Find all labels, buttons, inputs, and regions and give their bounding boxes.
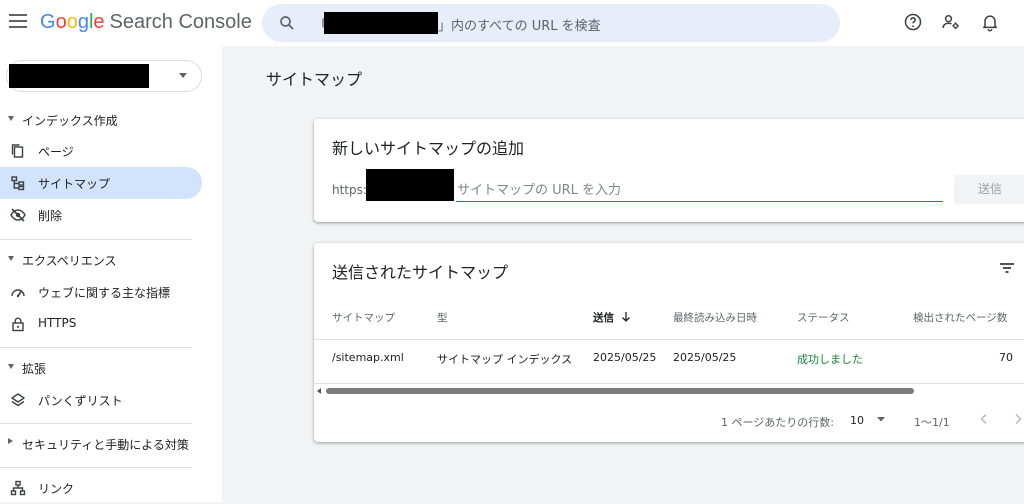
chevron-right-icon[interactable]: [1012, 413, 1024, 425]
cell-discovered-pages: 70: [999, 351, 1013, 364]
rows-per-page-label: 1 ページあたりの行数:: [721, 416, 834, 429]
expand-arrow-icon: [8, 116, 14, 121]
expand-arrow-icon: [8, 364, 14, 369]
removals-icon: [10, 208, 26, 222]
redacted-domain: [324, 12, 438, 34]
pages-icon: [11, 144, 24, 158]
layers-icon: [11, 393, 25, 407]
cell-last-read: 2025/05/25: [673, 351, 737, 364]
property-selector[interactable]: [6, 60, 202, 92]
status-badge: 成功しました: [797, 353, 863, 366]
url-prefix: https:: [332, 183, 367, 197]
page-title: サイトマップ: [266, 70, 363, 89]
rows-per-page-select[interactable]: 10: [850, 414, 886, 427]
rows-per-page-value: 10: [850, 414, 864, 427]
column-header-status[interactable]: ステータス: [797, 310, 850, 325]
google-wordmark: Google: [40, 11, 105, 33]
section-enhancements[interactable]: 拡張: [0, 355, 222, 381]
sidebar-item-core-web-vitals[interactable]: ウェブに関する主な指標: [0, 276, 202, 308]
section-label: 拡張: [22, 362, 47, 376]
column-header-discovered-pages[interactable]: 検出されたページ数: [913, 310, 1007, 325]
column-header-last-read[interactable]: 最終読み込み日時: [673, 310, 757, 325]
filter-icon[interactable]: [998, 260, 1016, 276]
section-label: セキュリティと手動による対策: [22, 438, 189, 452]
close-bracket: 」: [438, 19, 452, 34]
table-header-divider: [314, 339, 1024, 340]
search-icon: [280, 16, 294, 30]
submitted-sitemaps-card: 送信されたサイトマップ サイトマップ 型 送信 最終読み込み日時 ステータス 検…: [314, 243, 1024, 442]
app-logo[interactable]: Google Search Console: [40, 11, 252, 34]
cell-sitemap: /sitemap.xml: [332, 351, 404, 364]
chevron-down-icon: [179, 73, 187, 78]
scrollbar-thumb[interactable]: [326, 388, 914, 394]
section-security[interactable]: セキュリティと手動による対策: [0, 431, 222, 457]
sidebar-item-label: HTTPS: [38, 316, 77, 330]
links-icon: [10, 480, 26, 496]
sidebar-item-pages[interactable]: ページ: [0, 135, 202, 167]
sidebar-divider: [0, 423, 192, 424]
scroll-left-icon[interactable]: [317, 388, 321, 394]
sidebar-divider: [0, 239, 192, 240]
sidebar-item-https[interactable]: HTTPS: [0, 308, 202, 340]
card-title: 送信されたサイトマップ: [332, 263, 509, 282]
notifications-icon[interactable]: [980, 12, 1000, 32]
cell-submitted: 2025/05/25: [593, 351, 657, 364]
add-sitemap-card: 新しいサイトマップの追加 https: 送信: [314, 119, 1024, 222]
url-inspection-search[interactable]: 「 」内のすべての URL を検査: [262, 4, 840, 42]
search-suffix: 内のすべての URL を検査: [451, 19, 601, 34]
section-experience[interactable]: エクスペリエンス: [0, 247, 222, 273]
wordmark-letter: g: [77, 11, 89, 33]
sidebar-item-breadcrumbs[interactable]: パンくずリスト: [0, 384, 202, 416]
redacted-property: [9, 64, 149, 88]
pagination-range: 1〜1/1: [914, 416, 950, 429]
section-label: エクスペリエンス: [22, 254, 117, 268]
wordmark-letter: o: [55, 11, 67, 33]
section-label: インデックス作成: [22, 114, 118, 128]
redacted-domain: [366, 169, 454, 201]
menu-icon[interactable]: [9, 14, 27, 30]
sidebar-item-removals[interactable]: 削除: [0, 199, 202, 231]
arrow-down-icon: [622, 312, 630, 322]
help-icon[interactable]: [903, 12, 923, 32]
horizontal-scrollbar[interactable]: [314, 386, 1024, 396]
wordmark-letter: e: [93, 11, 105, 33]
sidebar-item-label: 削除: [38, 209, 63, 223]
wordmark-letter: G: [40, 11, 56, 33]
column-header-label: 送信: [593, 312, 614, 324]
sidebar-item-sitemaps[interactable]: サイトマップ: [0, 167, 202, 199]
sidebar-divider: [0, 347, 192, 348]
chevron-left-icon[interactable]: [978, 413, 990, 425]
card-title: 新しいサイトマップの追加: [332, 139, 525, 158]
collapse-arrow-icon: [8, 438, 13, 444]
column-header-sitemap[interactable]: サイトマップ: [332, 310, 395, 325]
table-row-divider: [314, 383, 1024, 384]
dropdown-arrow-icon: [877, 417, 885, 422]
top-app-bar: Google Search Console 「 」内のすべての URL を検査: [0, 0, 1024, 46]
speed-icon: [11, 289, 25, 298]
sidebar-item-label: ページ: [38, 145, 74, 159]
sidebar-item-label: ウェブに関する主な指標: [38, 286, 171, 300]
column-header-submitted[interactable]: 送信: [593, 310, 632, 325]
product-name: Search Console: [109, 11, 252, 33]
column-header-type[interactable]: 型: [437, 310, 448, 325]
search-placeholder: 」内のすべての URL を検査: [438, 15, 601, 34]
cell-type: サイトマップ インデックス: [437, 353, 573, 366]
manage-users-icon[interactable]: [941, 12, 961, 32]
wordmark-letter: o: [66, 11, 78, 33]
sitemap-icon: [11, 176, 25, 191]
sidebar-item-links[interactable]: リンク: [0, 472, 202, 504]
sidebar-item-label: リンク: [38, 482, 75, 496]
lock-icon: [12, 317, 24, 332]
expand-arrow-icon: [8, 256, 14, 261]
sidebar-item-label: サイトマップ: [38, 177, 111, 191]
sitemap-url-input[interactable]: [456, 179, 943, 202]
submit-button[interactable]: 送信: [954, 175, 1024, 204]
navigation-sidebar: インデックス作成 ページ サイトマップ 削除 エクスペリエンス ウェブに関する主…: [0, 46, 222, 502]
sidebar-divider: [0, 467, 192, 468]
section-indexing[interactable]: インデックス作成: [0, 107, 222, 133]
sidebar-item-label: パンくずリスト: [38, 394, 123, 408]
